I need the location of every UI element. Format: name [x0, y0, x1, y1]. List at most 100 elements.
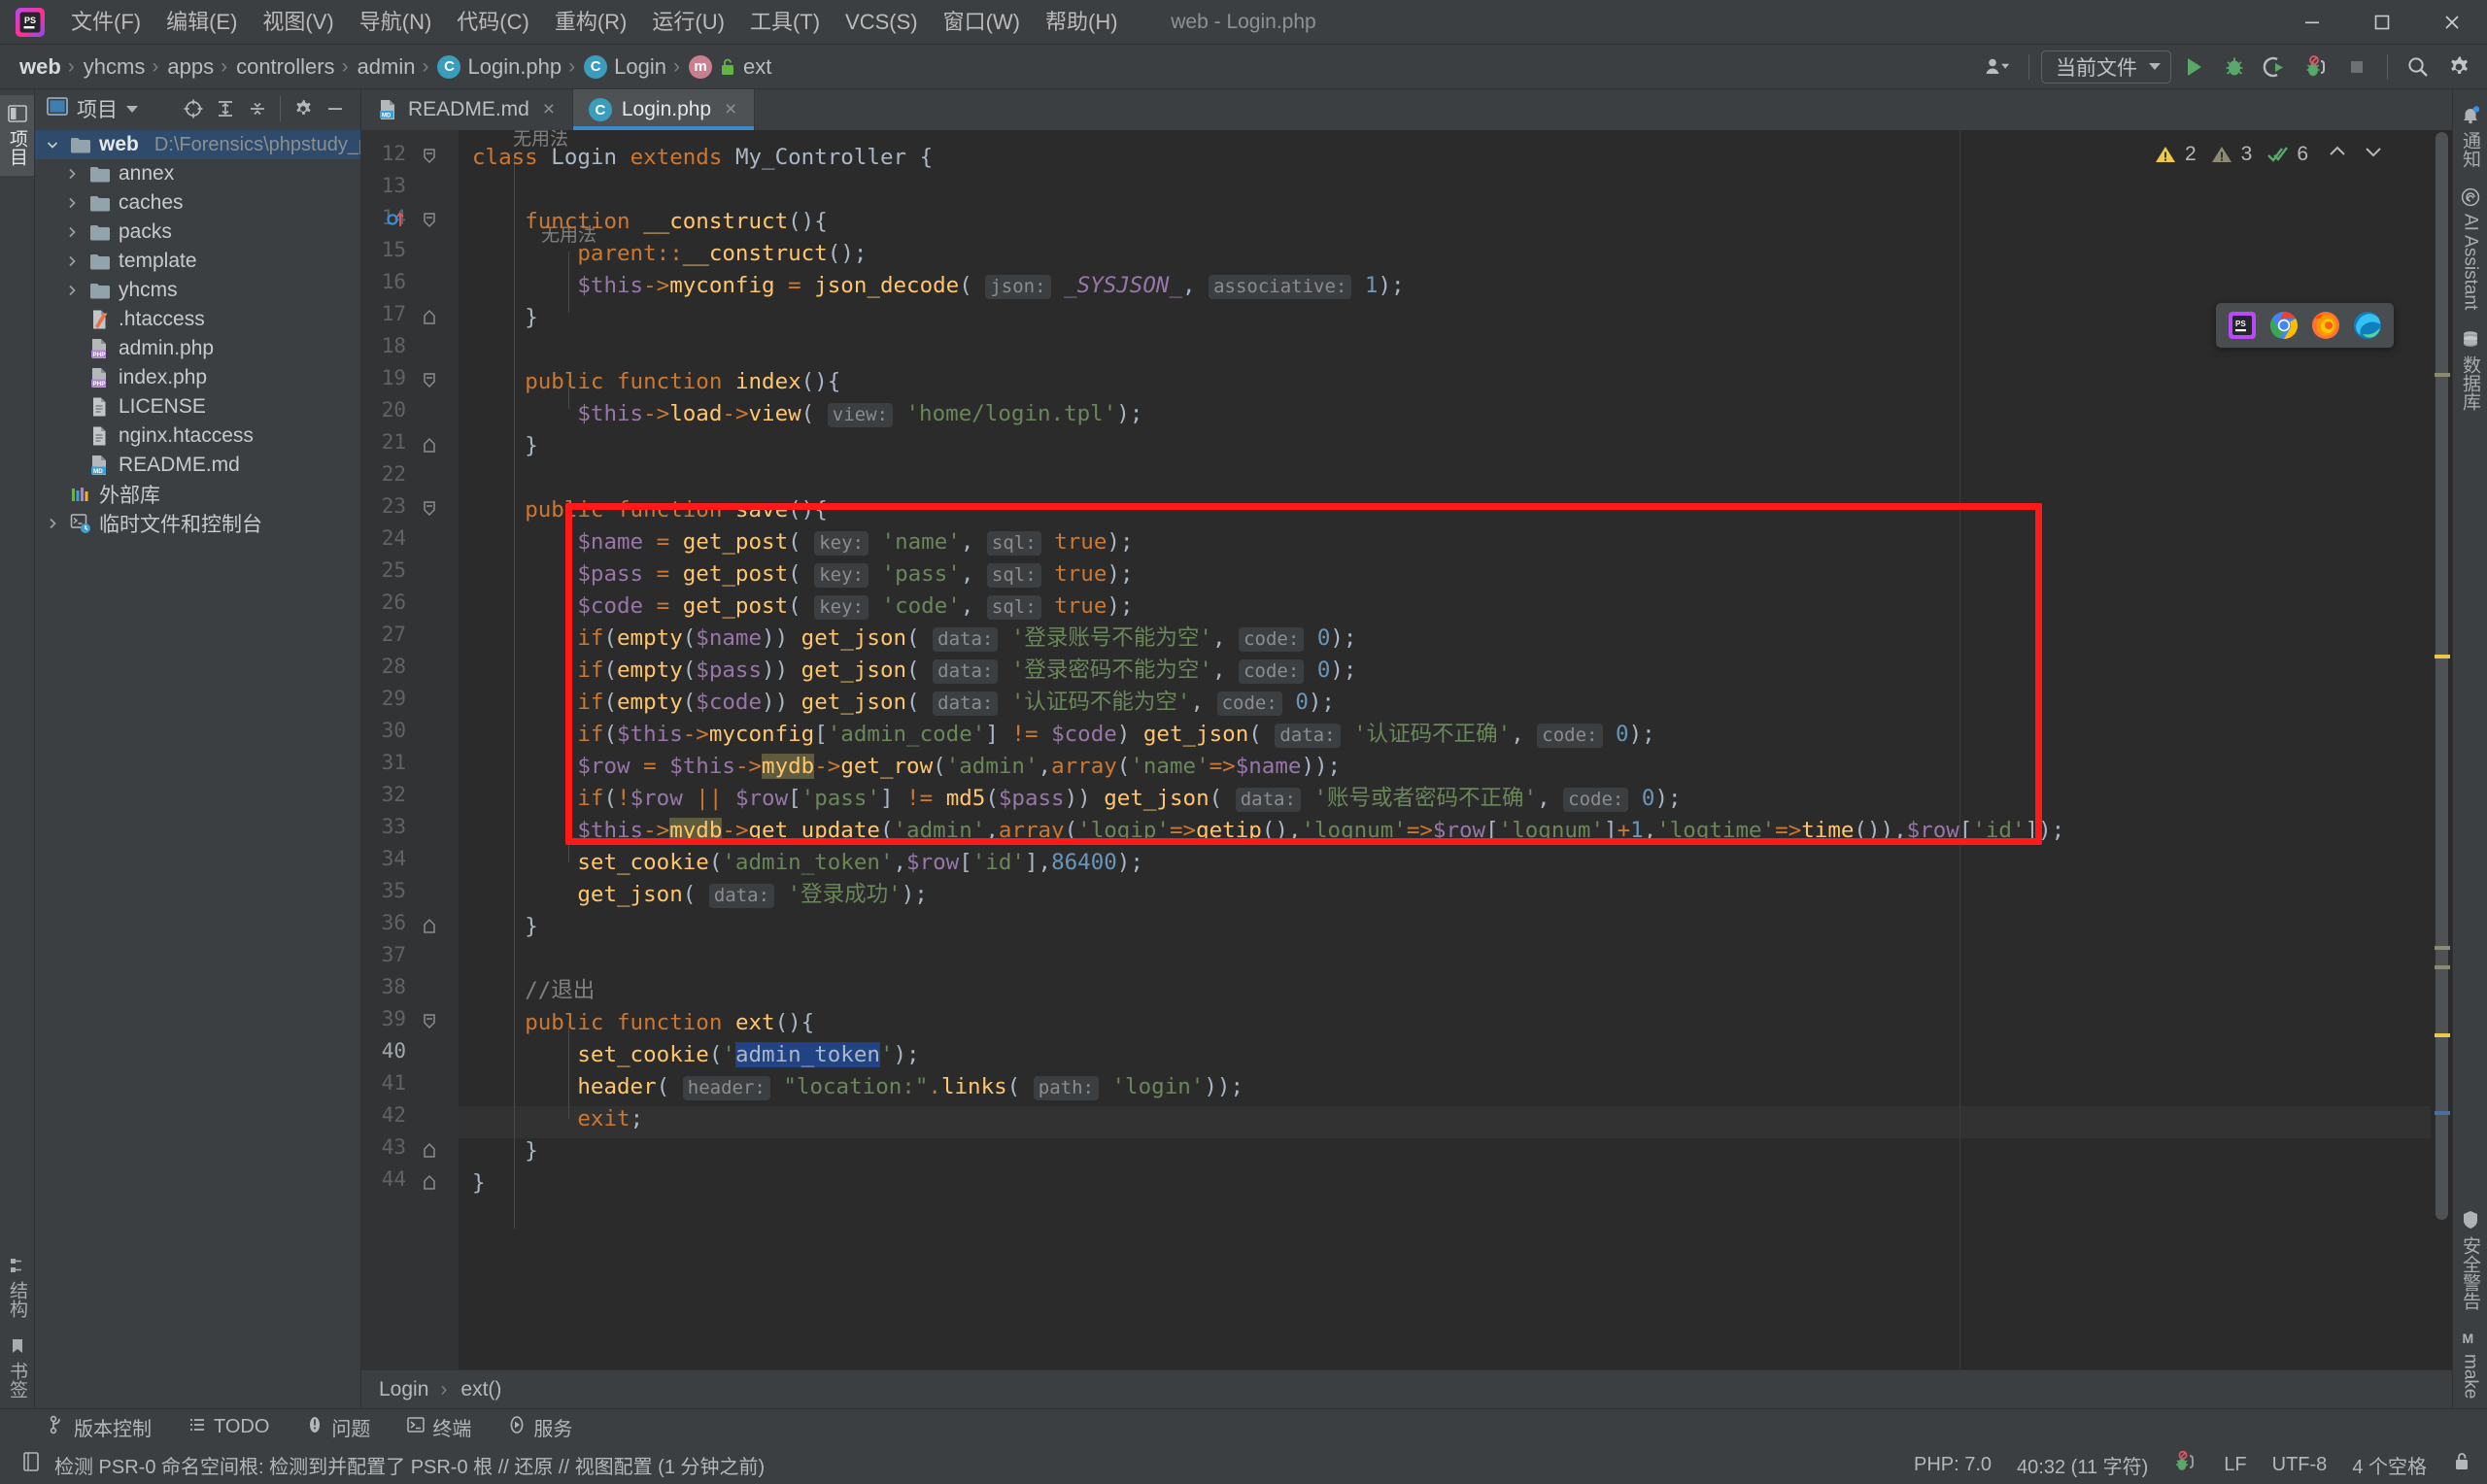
status-message-area[interactable]: 检测 PSR-0 命名空间根: 检测到并配置了 PSR-0 根 // 还原 //…: [21, 1451, 765, 1479]
line-number-31[interactable]: 31: [382, 751, 406, 774]
tree-node-template[interactable]: template: [35, 247, 360, 276]
menu-code[interactable]: 代码(C): [444, 5, 542, 40]
stop-debug-icon[interactable]: [2173, 1450, 2198, 1479]
line-number-21[interactable]: 21: [382, 430, 406, 454]
code-line-31[interactable]: $row = $this->mydb->get_row('admin',arra…: [472, 751, 1341, 783]
code-line-44[interactable]: }: [472, 1167, 486, 1199]
editor-breadcrumb-class[interactable]: Login: [379, 1378, 428, 1401]
code-line-42[interactable]: exit;: [472, 1103, 643, 1135]
chevron-right-icon[interactable]: [62, 284, 82, 297]
collapse-all-button[interactable]: [242, 94, 273, 123]
tree-node-[interactable]: 临时文件和控制台: [35, 509, 360, 538]
close-icon[interactable]: ×: [721, 98, 740, 121]
line-number-39[interactable]: 39: [382, 1007, 406, 1030]
line-number-24[interactable]: 24: [382, 526, 406, 550]
phpstorm-icon[interactable]: PS: [2228, 311, 2257, 340]
run-configuration-selector[interactable]: 当前文件: [2041, 50, 2171, 84]
code-line-33[interactable]: $this->mydb->get_update('admin',array('l…: [472, 815, 2064, 847]
line-number-43[interactable]: 43: [382, 1135, 406, 1159]
expand-all-button[interactable]: [210, 94, 241, 123]
fold-end-icon[interactable]: [422, 1171, 439, 1190]
line-number-26[interactable]: 26: [382, 590, 406, 614]
line-number-37[interactable]: 37: [382, 943, 406, 966]
status-line-separator[interactable]: LF: [2224, 1454, 2246, 1476]
breadcrumb-item-login-class[interactable]: C Login: [580, 52, 670, 82]
line-number-12[interactable]: 12: [382, 142, 406, 165]
line-number-29[interactable]: 29: [382, 687, 406, 710]
fold-end-icon[interactable]: [422, 1139, 439, 1158]
code-line-34[interactable]: set_cookie('admin_token',$row['id'],8640…: [472, 847, 1143, 879]
lock-icon[interactable]: [2452, 1451, 2471, 1478]
breadcrumb-item-controllers[interactable]: controllers: [232, 52, 338, 82]
tool-version-control[interactable]: 版本控制: [43, 1411, 157, 1443]
fold-collapse-icon[interactable]: [422, 370, 439, 388]
minimize-button[interactable]: [2277, 0, 2347, 45]
editor-gutter[interactable]: 12 13 14 15 16 17 18 19 20 21 22 23 24 25 26 27 28 29 30 31…: [361, 130, 459, 1369]
menu-view[interactable]: 视图(V): [250, 5, 346, 40]
editor-breadcrumb-method[interactable]: ext(): [460, 1378, 501, 1401]
tree-node-htaccess[interactable]: .htaccess: [35, 305, 360, 334]
line-number-32[interactable]: 32: [382, 783, 406, 806]
chevron-down-icon[interactable]: [43, 138, 62, 152]
fold-collapse-icon[interactable]: [422, 146, 439, 164]
run-button[interactable]: [2175, 50, 2212, 84]
line-number-36[interactable]: 36: [382, 911, 406, 934]
line-number-38[interactable]: 38: [382, 975, 406, 998]
line-number-13[interactable]: 13: [382, 174, 406, 197]
code-line-27[interactable]: if(empty($name)) get_json( data: '登录账号不能…: [472, 623, 1356, 656]
edge-icon[interactable]: [2353, 311, 2382, 340]
code-line-32[interactable]: if(!$row || $row['pass'] != md5($pass)) …: [472, 783, 1682, 816]
close-button[interactable]: [2417, 0, 2487, 45]
fold-collapse-icon[interactable]: [422, 1011, 439, 1029]
code-line-21[interactable]: }: [472, 430, 538, 462]
code-line-20[interactable]: $this->load->view( view: 'home/login.tpl…: [472, 398, 1142, 431]
tree-node-yhcms[interactable]: yhcms: [35, 276, 360, 305]
run-with-coverage-button[interactable]: [2257, 50, 2294, 84]
search-everywhere-button[interactable]: [2400, 50, 2436, 84]
fold-end-icon[interactable]: [422, 434, 439, 453]
status-indent[interactable]: 4 个空格: [2352, 1451, 2427, 1479]
project-tree[interactable]: web D:\Forensics\phpstudy_pro\WWW\webanne…: [35, 128, 360, 1408]
tool-todo[interactable]: TODO: [183, 1414, 275, 1441]
browser-launch-popup[interactable]: PS: [2216, 303, 2394, 348]
tree-node-indexphp[interactable]: PHP index.php: [35, 363, 360, 392]
line-number-22[interactable]: 22: [382, 462, 406, 486]
line-number-42[interactable]: 42: [382, 1103, 406, 1127]
breadcrumb[interactable]: web › yhcms › apps › controllers › admin…: [16, 52, 775, 82]
line-number-28[interactable]: 28: [382, 655, 406, 678]
line-number-41[interactable]: 41: [382, 1071, 406, 1095]
fold-end-icon[interactable]: [422, 306, 439, 324]
code-line-15[interactable]: parent::__construct();: [472, 238, 867, 270]
overriding-method-icon[interactable]: [387, 210, 408, 235]
breadcrumb-item-login-php[interactable]: C Login.php: [433, 52, 565, 82]
line-number-18[interactable]: 18: [382, 334, 406, 357]
code-line-35[interactable]: get_json( data: '登录成功');: [472, 879, 928, 912]
code-line-28[interactable]: if(empty($pass)) get_json( data: '登录密码不能…: [472, 655, 1356, 688]
tree-node-nginxhtaccess[interactable]: nginx.htaccess: [35, 422, 360, 451]
stop-debug-button[interactable]: [2298, 50, 2334, 84]
sidebar-item-notifications[interactable]: 通知: [2453, 95, 2487, 178]
chevron-right-icon[interactable]: [43, 517, 62, 530]
menu-navigate[interactable]: 导航(N): [347, 5, 445, 40]
menu-refactor[interactable]: 重构(R): [542, 5, 640, 40]
line-number-20[interactable]: 20: [382, 398, 406, 422]
line-number-17[interactable]: 17: [382, 302, 406, 325]
code-line-38[interactable]: //退出: [472, 975, 595, 1007]
tree-node-packs[interactable]: packs: [35, 218, 360, 247]
code-line-43[interactable]: }: [472, 1135, 538, 1167]
editor-scrollbar[interactable]: [2431, 130, 2452, 1369]
chevron-down-icon[interactable]: [126, 105, 138, 113]
line-number-16[interactable]: 16: [382, 270, 406, 293]
tool-services[interactable]: 服务: [502, 1411, 578, 1443]
line-number-33[interactable]: 33: [382, 815, 406, 838]
chrome-icon[interactable]: [2269, 311, 2299, 340]
close-icon[interactable]: ×: [539, 98, 559, 121]
user-avatar-button[interactable]: [1980, 50, 2017, 84]
tab-login-php[interactable]: C Login.php ×: [572, 89, 756, 130]
tree-node-readmemd[interactable]: MD README.md: [35, 451, 360, 480]
code-line-12[interactable]: class Login extends My_Controller {: [472, 142, 933, 174]
tree-node-adminphp[interactable]: PHP admin.php: [35, 334, 360, 363]
stop-button[interactable]: [2338, 50, 2375, 84]
code-line-39[interactable]: public function ext(){: [472, 1007, 814, 1039]
sidebar-item-security-warnings[interactable]: 安全警告: [2453, 1200, 2487, 1320]
